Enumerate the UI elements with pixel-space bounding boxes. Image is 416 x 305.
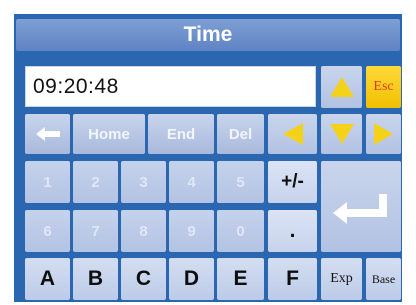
left-arrow-button[interactable] (268, 114, 317, 154)
backspace-button[interactable] (25, 114, 70, 154)
right-arrow-button[interactable] (366, 114, 401, 154)
exp-button[interactable]: Exp (321, 258, 362, 300)
home-button[interactable]: Home (73, 114, 145, 154)
digit-2-button[interactable]: 2 (73, 161, 118, 203)
digit-7-button[interactable]: 7 (73, 210, 118, 252)
letter-a-button[interactable]: A (25, 258, 70, 300)
digit-3-button[interactable]: 3 (121, 161, 166, 203)
letter-c-button[interactable]: C (121, 258, 166, 300)
decimal-point-button[interactable]: . (268, 210, 317, 252)
digit-4-button[interactable]: 4 (169, 161, 214, 203)
digit-9-button[interactable]: 9 (169, 210, 214, 252)
letter-e-button[interactable]: E (217, 258, 264, 300)
arrow-up-icon (329, 77, 354, 97)
time-display[interactable]: 09:20:48 (25, 66, 316, 107)
enter-icon (333, 193, 387, 224)
backspace-arrow-icon (35, 127, 60, 141)
arrow-left-icon (282, 123, 303, 145)
plus-minus-button[interactable]: +/- (268, 161, 317, 203)
letter-f-button[interactable]: F (268, 258, 317, 300)
arrow-down-icon (329, 124, 354, 144)
del-button[interactable]: Del (217, 114, 264, 154)
digit-5-button[interactable]: 5 (217, 161, 264, 203)
end-button[interactable]: End (148, 114, 214, 154)
letter-b-button[interactable]: B (73, 258, 118, 300)
digit-8-button[interactable]: 8 (121, 210, 166, 252)
digit-6-button[interactable]: 6 (25, 210, 70, 252)
dialog-title: Time (16, 19, 400, 51)
base-button[interactable]: Base (366, 258, 401, 300)
up-arrow-button[interactable] (321, 66, 362, 108)
enter-button[interactable] (321, 161, 401, 252)
esc-button[interactable]: Esc (366, 66, 401, 108)
down-arrow-button[interactable] (321, 114, 362, 154)
digit-1-button[interactable]: 1 (25, 161, 70, 203)
arrow-right-icon (373, 123, 393, 145)
letter-d-button[interactable]: D (169, 258, 214, 300)
digit-0-button[interactable]: 0 (217, 210, 264, 252)
